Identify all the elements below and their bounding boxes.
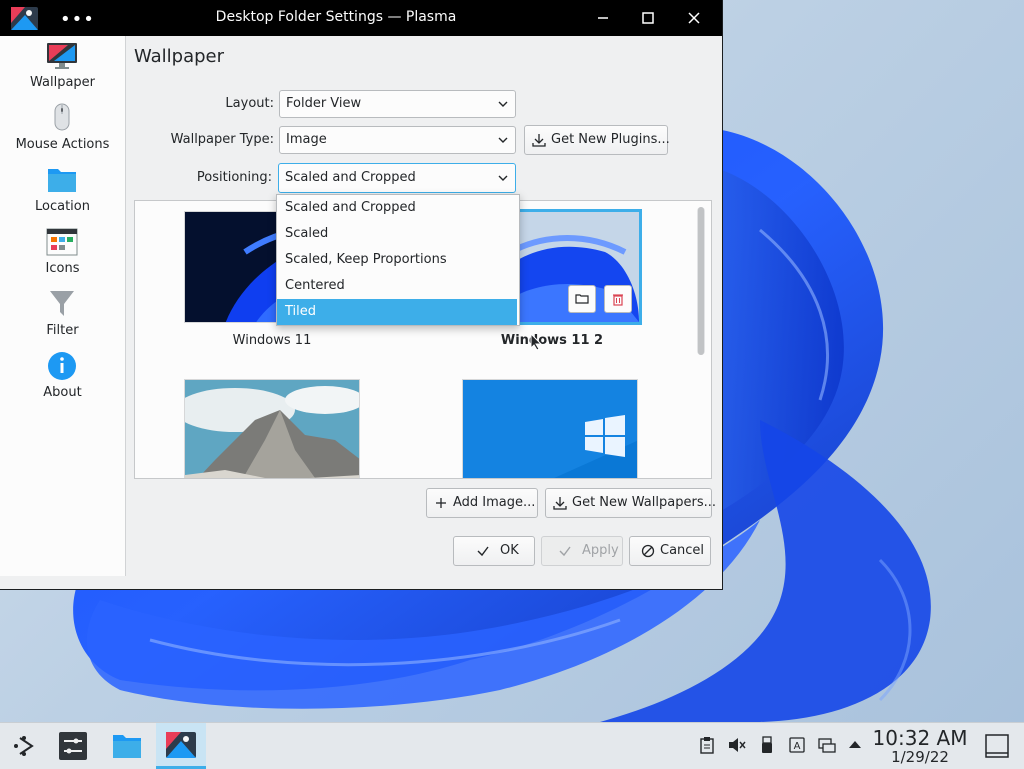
positioning-dropdown-list[interactable]: Scaled and Cropped Scaled Scaled, Keep P… bbox=[276, 194, 520, 326]
show-desktop-icon[interactable] bbox=[985, 734, 1009, 758]
get-new-plugins-label: Get New Plugins... bbox=[551, 132, 670, 147]
folder-icon bbox=[113, 735, 141, 758]
positioning-combobox[interactable]: Scaled and Cropped bbox=[278, 163, 516, 193]
sidebar-item-label: Location bbox=[35, 199, 90, 214]
wallpaper-thumbnail-windows-logo[interactable] bbox=[462, 379, 638, 478]
maximize-icon bbox=[642, 12, 654, 24]
plus-icon bbox=[436, 498, 446, 508]
get-new-plugins-button[interactable]: Get New Plugins... bbox=[524, 125, 670, 155]
get-new-wallpapers-label: Get New Wallpapers... bbox=[572, 495, 716, 510]
scrollbar-handle[interactable] bbox=[698, 207, 704, 355]
checkmark-icon bbox=[477, 546, 489, 557]
wallpaper-type-value: Image bbox=[286, 132, 327, 147]
windows-logo-preview bbox=[463, 380, 637, 478]
positioning-value: Scaled and Cropped bbox=[285, 170, 416, 185]
window-title: Desktop Folder Settings — Plasma bbox=[215, 9, 457, 25]
positioning-option-tiled[interactable]: Tiled bbox=[277, 299, 517, 325]
wallpaper-label: Windows 11 2 bbox=[500, 333, 604, 348]
application-launcher-button[interactable] bbox=[0, 723, 50, 769]
task-desktop-folder-settings[interactable] bbox=[156, 723, 206, 769]
layout-combobox[interactable]: Folder View bbox=[279, 90, 516, 118]
funnel-icon bbox=[50, 291, 74, 316]
sidebar-item-label: Filter bbox=[46, 323, 79, 338]
trash-icon bbox=[613, 294, 623, 306]
apply-label: Apply bbox=[582, 543, 619, 558]
minimize-icon bbox=[598, 17, 608, 19]
ok-label: OK bbox=[500, 543, 519, 558]
cancel-button[interactable]: Cancel bbox=[629, 536, 711, 566]
folder-open-icon bbox=[575, 294, 589, 304]
cancel-icon bbox=[641, 544, 655, 558]
wallpaper-label: Windows 11 bbox=[232, 333, 312, 348]
task-system-settings[interactable] bbox=[48, 723, 98, 769]
monitor-icon bbox=[47, 43, 77, 69]
mouse-icon bbox=[54, 103, 70, 131]
maximize-button[interactable] bbox=[636, 6, 660, 30]
page-title: Wallpaper bbox=[134, 46, 225, 67]
info-icon bbox=[48, 352, 76, 380]
volume-muted-icon[interactable] bbox=[728, 736, 746, 754]
sidebar-item-icons[interactable]: Icons bbox=[0, 226, 125, 288]
gallery-scrollbar[interactable] bbox=[697, 207, 705, 355]
download-icon bbox=[532, 134, 546, 147]
close-icon bbox=[688, 12, 700, 24]
checkmark-icon bbox=[559, 546, 571, 557]
mountain-preview bbox=[185, 380, 359, 478]
input-method-icon[interactable]: A bbox=[788, 736, 806, 754]
add-image-label: Add Image... bbox=[453, 495, 536, 510]
folder-icon bbox=[48, 169, 76, 192]
chevron-down-icon bbox=[498, 175, 508, 181]
positioning-option-scaled[interactable]: Scaled bbox=[277, 221, 517, 247]
add-image-button[interactable]: Add Image... bbox=[426, 488, 538, 518]
taskbar-panel: A 10:32 AM 1/29/22 bbox=[0, 722, 1024, 769]
system-settings-icon bbox=[59, 732, 87, 760]
usb-device-icon[interactable] bbox=[758, 736, 776, 754]
sidebar-item-label: Wallpaper bbox=[29, 75, 96, 90]
sidebar-item-location[interactable]: Location bbox=[0, 164, 125, 226]
sidebar-item-wallpaper[interactable]: Wallpaper bbox=[0, 40, 125, 102]
network-wired-icon[interactable] bbox=[818, 736, 836, 754]
positioning-label: Positioning: bbox=[196, 170, 272, 185]
kde-launcher-icon bbox=[14, 736, 34, 756]
cancel-label: Cancel bbox=[660, 543, 705, 558]
tray-expand-arrow-icon[interactable] bbox=[846, 736, 864, 754]
positioning-option-scaled-and-cropped[interactable]: Scaled and Cropped bbox=[277, 195, 517, 221]
icons-grid-icon bbox=[46, 228, 78, 256]
window-titlebar[interactable]: ••• Desktop Folder Settings — Plasma bbox=[0, 0, 722, 36]
clock-date[interactable]: 1/29/22 bbox=[868, 748, 972, 766]
mouse-cursor-icon bbox=[530, 333, 542, 351]
get-new-wallpapers-button[interactable]: Get New Wallpapers... bbox=[545, 488, 716, 518]
chevron-down-icon bbox=[498, 101, 508, 107]
wallpaper-thumbnail-mountain[interactable] bbox=[184, 379, 360, 478]
minimize-button[interactable] bbox=[591, 6, 615, 30]
sidebar-item-about[interactable]: About bbox=[0, 350, 125, 412]
sidebar-item-mouse-actions[interactable]: Mouse Actions bbox=[0, 102, 125, 164]
delete-wallpaper-button[interactable] bbox=[604, 285, 632, 313]
sidebar-item-filter[interactable]: Filter bbox=[0, 288, 125, 350]
task-file-manager[interactable] bbox=[102, 723, 152, 769]
wallpaper-type-combobox[interactable]: Image bbox=[279, 126, 516, 154]
download-icon bbox=[553, 497, 567, 510]
layout-label: Layout: bbox=[225, 96, 274, 111]
wallpaper-type-label: Wallpaper Type: bbox=[170, 132, 274, 147]
positioning-option-centered[interactable]: Centered bbox=[277, 273, 517, 299]
open-folder-button[interactable] bbox=[568, 285, 596, 313]
clipboard-icon[interactable] bbox=[698, 736, 716, 754]
settings-window: ••• Desktop Folder Settings — Plasma Wal… bbox=[0, 0, 722, 589]
ok-button[interactable]: OK bbox=[453, 536, 535, 566]
positioning-option-scaled-keep-proportions[interactable]: Scaled, Keep Proportions bbox=[277, 247, 517, 273]
sidebar-item-label: About bbox=[43, 385, 82, 400]
layout-value: Folder View bbox=[286, 96, 362, 111]
sidebar-item-label: Icons bbox=[45, 261, 80, 276]
close-button[interactable] bbox=[682, 6, 706, 30]
svg-text:A: A bbox=[794, 741, 801, 752]
category-sidebar: Wallpaper Mouse Actions Location Icons F… bbox=[0, 36, 126, 576]
chevron-down-icon bbox=[498, 137, 508, 143]
clock-time[interactable]: 10:32 AM bbox=[868, 726, 972, 750]
apply-button[interactable]: Apply bbox=[541, 536, 623, 566]
plasma-app-icon bbox=[166, 732, 196, 758]
sidebar-item-label: Mouse Actions bbox=[15, 137, 110, 152]
